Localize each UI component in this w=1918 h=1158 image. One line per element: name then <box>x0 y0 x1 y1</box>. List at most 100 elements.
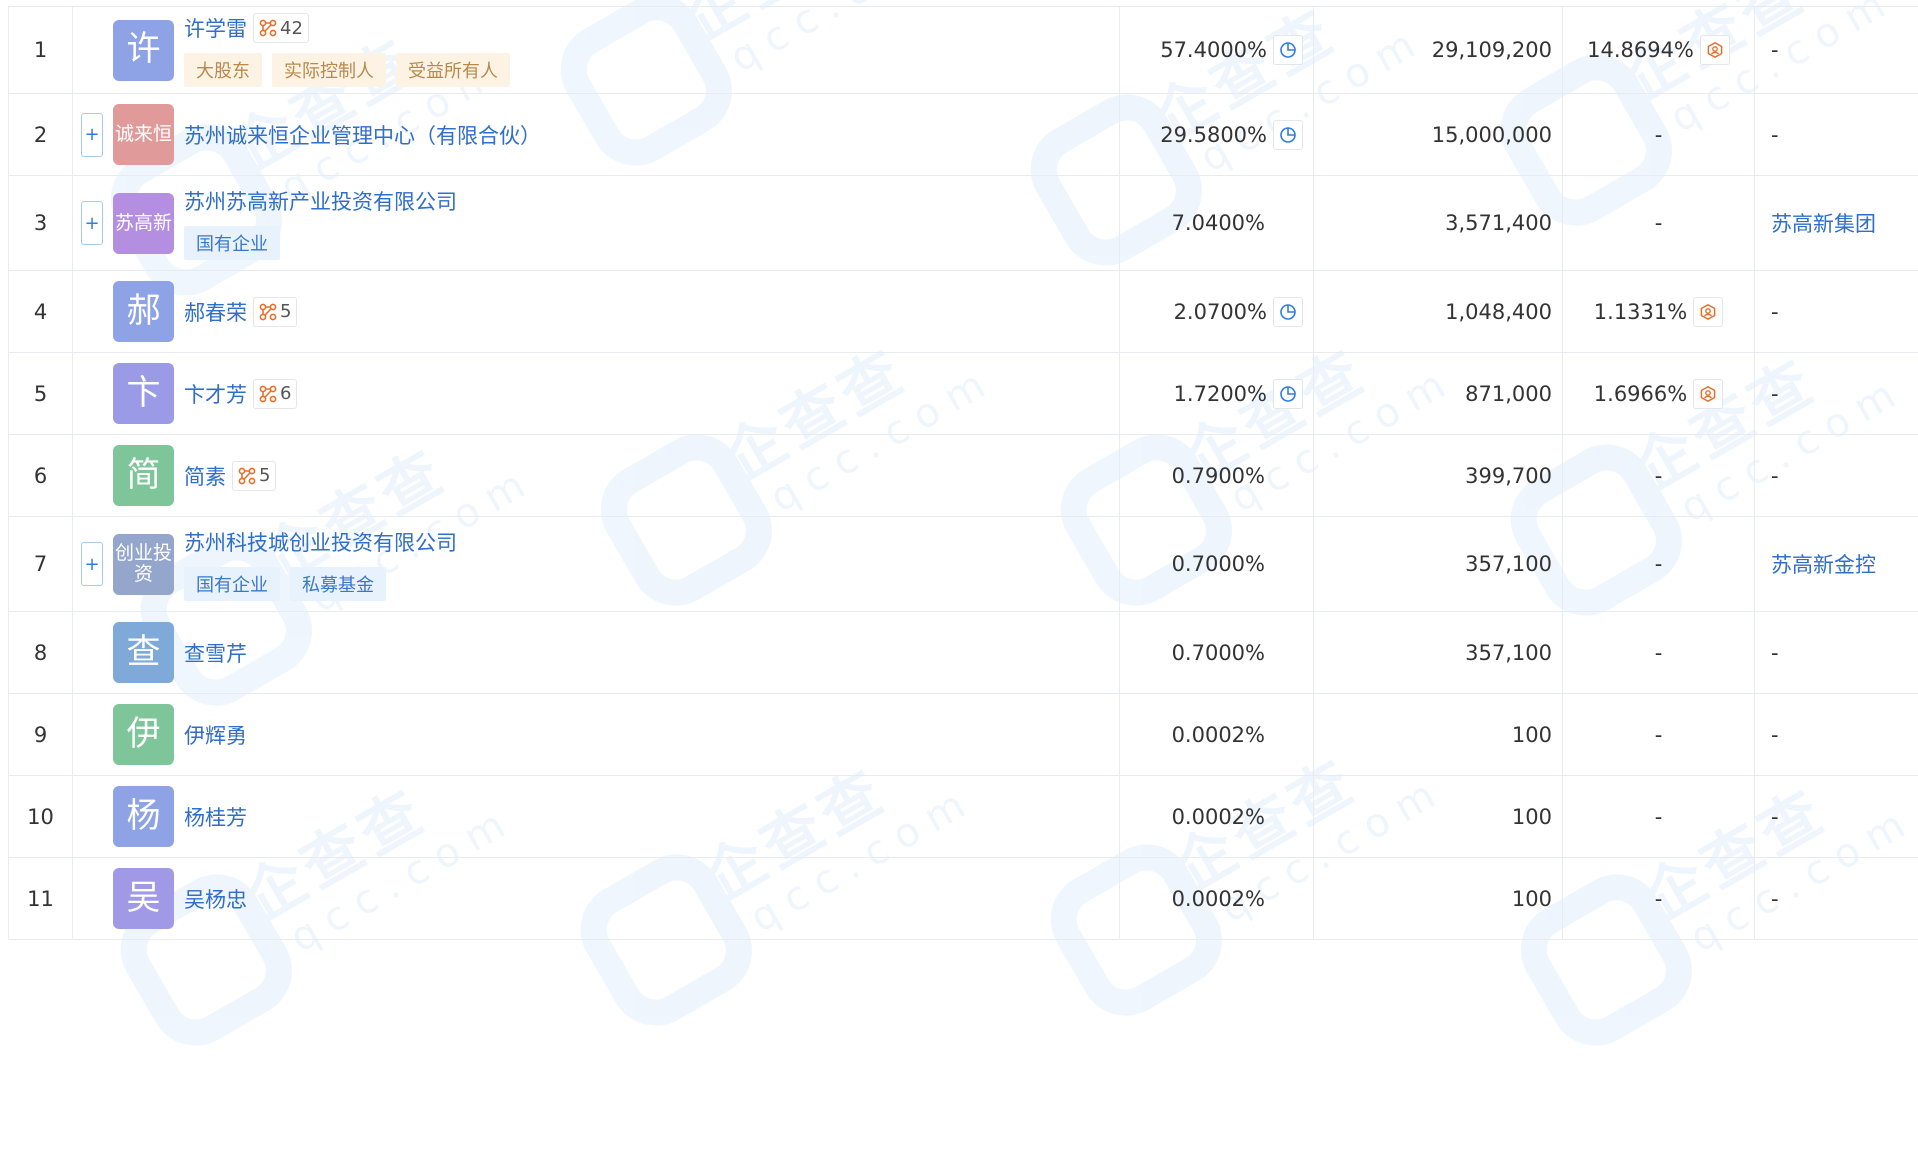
group-cell: - <box>1754 611 1918 694</box>
shareholding-ratio: 1.7200% <box>1173 381 1267 406</box>
subscribed-amount: 3,571,400 <box>1313 175 1563 271</box>
indirect-ratio-cell: - <box>1562 775 1755 858</box>
pie-chart-icon[interactable] <box>1273 35 1303 65</box>
shareholding-ratio-cell: 0.0002% <box>1119 693 1314 776</box>
table-row: 5 卞 卞才芳 6 1.7200% 871,000 1.6966% - <box>8 352 1918 435</box>
shareholder-cell: 吴 吴杨忠 <box>72 857 1120 940</box>
shareholder-name-link[interactable]: 杨桂芳 <box>184 802 247 832</box>
group-cell: - <box>1754 270 1918 353</box>
beneficiary-icon[interactable] <box>1699 35 1730 65</box>
group-value: - <box>1771 381 1779 406</box>
table-row: 4 郝 郝春荣 5 2.0700% 1,048,400 1.1331% - <box>8 270 1918 353</box>
pie-chart-icon[interactable] <box>1273 119 1303 150</box>
row-number: 8 <box>8 611 73 694</box>
relation-graph-icon <box>238 467 256 484</box>
avatar: 苏高新 <box>113 192 174 254</box>
indirect-ratio-cell: - <box>1562 857 1755 940</box>
shareholder-name-link[interactable]: 苏州科技城创业投资有限公司 <box>184 527 457 557</box>
tag: 受益所有人 <box>396 53 510 87</box>
avatar: 卞 <box>113 363 174 424</box>
group-cell[interactable]: 苏高新集团 <box>1754 175 1918 271</box>
subscribed-amount: 871,000 <box>1313 352 1563 435</box>
subscribed-amount: 1,048,400 <box>1313 270 1563 353</box>
relation-graph-button[interactable]: 5 <box>232 460 277 491</box>
row-number: 3 <box>8 175 73 271</box>
shareholder-name-link[interactable]: 查雪芹 <box>184 638 247 668</box>
group-value: - <box>1771 463 1779 488</box>
avatar: 简 <box>113 445 174 506</box>
shareholding-ratio-cell: 57.4000% <box>1119 6 1314 94</box>
shareholding-ratio-cell: 29.5800% <box>1119 93 1314 176</box>
indirect-ratio-cell: 14.8694% <box>1562 6 1755 94</box>
relation-graph-button[interactable]: 6 <box>253 378 298 409</box>
group-value: - <box>1771 122 1779 147</box>
shareholding-ratio-cell: 0.0002% <box>1119 857 1314 940</box>
expand-button[interactable]: + <box>81 201 103 245</box>
plus-expand-icon: + <box>84 124 100 145</box>
pie-chart-icon[interactable] <box>1273 378 1303 409</box>
tag-list: 国有企业 <box>184 226 457 260</box>
shareholder-name-link[interactable]: 苏州诚来恒企业管理中心（有限合伙） <box>184 120 541 150</box>
indirect-ratio-cell: - <box>1562 693 1755 776</box>
group-value: - <box>1771 886 1779 911</box>
relation-graph-icon <box>259 19 277 37</box>
relation-count: 6 <box>280 383 292 404</box>
indirect-ratio: 14.8694% <box>1587 38 1694 62</box>
group-link[interactable]: 苏高新金控 <box>1771 553 1876 577</box>
relation-graph-button[interactable]: 5 <box>253 296 298 327</box>
row-number: 1 <box>8 6 73 94</box>
shareholding-ratio: 29.5800% <box>1160 122 1267 147</box>
subscribed-amount: 357,100 <box>1313 611 1563 694</box>
indirect-ratio-cell: 1.6966% <box>1562 352 1755 435</box>
plus-expand-icon: + <box>84 553 100 575</box>
shareholder-name-link[interactable]: 卞才芳 <box>184 379 247 409</box>
expand-button[interactable]: + <box>81 542 103 586</box>
shareholder-name-link[interactable]: 简素 <box>184 461 226 491</box>
shareholder-cell: 杨 杨桂芳 <box>72 775 1120 858</box>
indirect-ratio: - <box>1654 640 1663 665</box>
row-number: 5 <box>8 352 73 435</box>
table-row: 9 伊 伊辉勇 0.0002% 100 - - <box>8 693 1918 776</box>
table-row: 3 + 苏高新 苏州苏高新产业投资有限公司 国有企业 7.0400% 3,571 <box>8 175 1918 271</box>
shareholding-ratio: 2.0700% <box>1173 299 1267 324</box>
shareholding-ratio: 0.7900% <box>1171 463 1265 488</box>
tag: 国有企业 <box>184 226 280 260</box>
row-number: 9 <box>8 693 73 776</box>
table-row: 2 + 诚来恒 苏州诚来恒企业管理中心（有限合伙） 29.5800% 15,00… <box>8 93 1918 176</box>
beneficiary-icon[interactable] <box>1693 378 1724 409</box>
relation-graph-button[interactable]: 42 <box>253 13 309 43</box>
group-cell: - <box>1754 775 1918 858</box>
row-number: 7 <box>8 516 73 612</box>
table-row: 6 简 简素 5 0.7900% 399,700 - - <box>8 434 1918 517</box>
group-value: - <box>1771 640 1779 665</box>
indirect-ratio-cell: - <box>1562 516 1755 612</box>
group-cell: - <box>1754 857 1918 940</box>
shareholder-name-link[interactable]: 苏州苏高新产业投资有限公司 <box>184 186 457 216</box>
shareholder-name-link[interactable]: 许学雷 <box>184 13 247 43</box>
pie-chart-icon[interactable] <box>1273 296 1303 327</box>
group-link[interactable]: 苏高新集团 <box>1771 212 1876 236</box>
indirect-ratio: - <box>1654 122 1663 147</box>
group-value: - <box>1771 38 1779 62</box>
shareholder-table: 1 许 许学雷 42 大股东 实际控制人 受益所有人 57.4000% 29,109 <box>8 6 1918 940</box>
row-number: 4 <box>8 270 73 353</box>
group-cell[interactable]: 苏高新金控 <box>1754 516 1918 612</box>
tag-list: 大股东 实际控制人 受益所有人 <box>184 53 520 87</box>
group-cell: - <box>1754 434 1918 517</box>
shareholding-ratio-cell: 0.7000% <box>1119 611 1314 694</box>
shareholder-cell: + 诚来恒 苏州诚来恒企业管理中心（有限合伙） <box>72 93 1120 176</box>
subscribed-amount: 100 <box>1313 693 1563 776</box>
shareholding-ratio: 0.7000% <box>1171 640 1265 665</box>
beneficiary-icon[interactable] <box>1693 296 1724 327</box>
group-value: - <box>1771 722 1779 747</box>
plus-expand-icon: + <box>84 212 100 234</box>
shareholding-ratio-cell: 0.7900% <box>1119 434 1314 517</box>
shareholding-ratio: 0.0002% <box>1171 804 1265 829</box>
shareholder-name-link[interactable]: 伊辉勇 <box>184 720 247 750</box>
relation-graph-icon <box>259 385 277 402</box>
indirect-ratio: 1.6966% <box>1593 381 1688 406</box>
shareholder-name-link[interactable]: 郝春荣 <box>184 297 247 327</box>
expand-button[interactable]: + <box>81 112 103 157</box>
tag-list: 国有企业 私募基金 <box>184 567 457 601</box>
shareholder-name-link[interactable]: 吴杨忠 <box>184 884 247 914</box>
